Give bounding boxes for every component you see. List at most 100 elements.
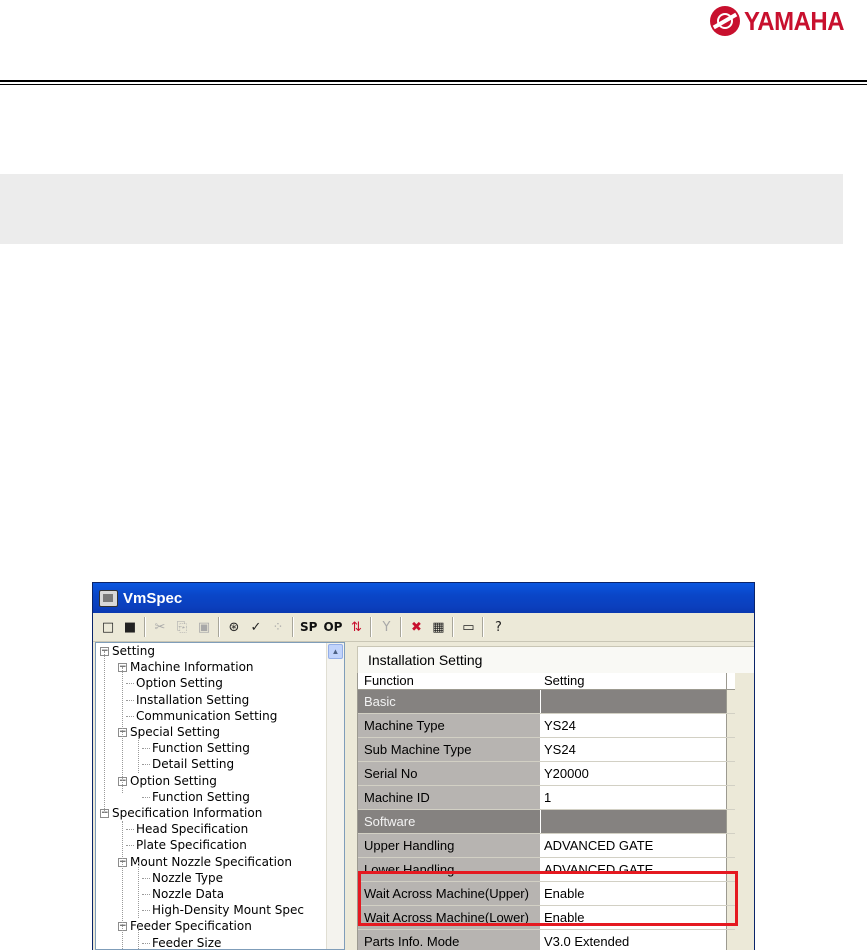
tree-node-label: Plate Specification xyxy=(136,838,247,853)
toolbar-separator xyxy=(482,617,485,637)
disconnect-icon[interactable]: ✖ xyxy=(405,616,427,638)
tree-node[interactable]: − Mount Nozzle Specification xyxy=(96,854,326,870)
tree-guide-line xyxy=(138,926,139,949)
tree-node-label: Feeder Specification xyxy=(130,919,252,934)
grey-band xyxy=(0,174,843,244)
yamaha-logo: YAMAHA xyxy=(710,3,860,39)
paste-icon[interactable]: ▣ xyxy=(193,616,215,638)
tree-connector xyxy=(126,683,134,685)
tree-node[interactable]: − Setting xyxy=(96,643,326,659)
tree-connector xyxy=(142,748,150,750)
grid-dots-icon[interactable]: ⁘ xyxy=(267,616,289,638)
tree-node[interactable]: Function Setting xyxy=(96,740,326,756)
tree-node-label: Communication Setting xyxy=(136,708,278,723)
tree-node[interactable]: − Special Setting xyxy=(96,724,326,740)
tree-guide-line xyxy=(122,667,123,793)
setting-cell[interactable]: V3.0 Extended xyxy=(541,930,727,950)
tree-node-label: Special Setting xyxy=(130,725,221,739)
check-tool-icon[interactable]: ✓ xyxy=(245,616,267,638)
toolbar-separator xyxy=(370,617,373,637)
tree-node[interactable]: Option Setting xyxy=(96,675,326,691)
window-title: VmSpec xyxy=(123,589,183,607)
save-icon[interactable]: ■ xyxy=(119,616,141,638)
tree-node[interactable]: Detail Setting xyxy=(96,756,326,772)
tree-node[interactable]: Feeder Size xyxy=(96,935,326,949)
tree-node[interactable]: Head Specification xyxy=(96,821,326,837)
new-file-icon[interactable]: □ xyxy=(97,616,119,638)
function-cell: Machine ID xyxy=(358,786,541,809)
tree-node-label: Detail Setting xyxy=(152,757,235,772)
setting-cell[interactable]: Y20000 xyxy=(541,762,727,785)
tree-content: − Setting − Machine Information Option Setti… xyxy=(96,643,326,949)
tree-connector xyxy=(126,845,134,847)
tree-node[interactable]: Installation Setting xyxy=(96,692,326,708)
tree-node-label: Option Setting xyxy=(130,773,217,788)
tree-node[interactable]: − Option Setting xyxy=(96,773,326,789)
tree-node[interactable]: Function Setting xyxy=(96,789,326,805)
tree-guide-line xyxy=(138,861,139,919)
tree-node[interactable]: − Machine Information xyxy=(96,659,326,675)
tree-node[interactable]: Nozzle Type xyxy=(96,870,326,886)
setting-row[interactable]: Machine ID 1 xyxy=(358,786,735,810)
transfer-icon[interactable]: ⇅ xyxy=(345,616,367,638)
header-function[interactable]: Function xyxy=(358,673,541,689)
setting-row[interactable]: Parts Info. Mode V3.0 Extended xyxy=(358,930,735,950)
logo-text: YAMAHA xyxy=(744,5,845,36)
tree-guide-line xyxy=(122,821,123,949)
pane-splitter[interactable] xyxy=(345,642,353,950)
scroll-up-icon[interactable]: ▲ xyxy=(328,644,343,659)
toolbar-separator xyxy=(292,617,294,637)
settings-tree: − Setting − Machine Information Option Setti… xyxy=(95,642,345,950)
drive-icon[interactable]: ▭ xyxy=(457,616,479,638)
tree-node[interactable]: Communication Setting xyxy=(96,708,326,724)
header-rule-thin xyxy=(0,84,867,85)
tree-node[interactable]: Plate Specification xyxy=(96,837,326,853)
toolbar-separator xyxy=(218,617,220,637)
tree-node[interactable]: − Feeder Specification xyxy=(96,918,326,934)
tree-connector xyxy=(126,699,134,701)
op-button[interactable]: OP xyxy=(320,616,345,638)
sp-button[interactable]: SP xyxy=(297,616,320,638)
setting-row[interactable]: Sub Machine Type YS24 xyxy=(358,738,735,762)
tuning-fork-logo-icon xyxy=(710,6,740,36)
header-setting[interactable]: Setting xyxy=(541,673,727,689)
copy-icon[interactable]: ⎘ xyxy=(171,616,193,638)
tree-node-label: High-Density Mount Spec xyxy=(152,903,304,918)
cut-icon[interactable]: ✂ xyxy=(149,616,171,638)
tree-node-label: Machine Information xyxy=(130,660,254,675)
title-bar[interactable]: VmSpec xyxy=(93,583,754,613)
tree-node-label: Mount Nozzle Specification xyxy=(130,854,292,869)
setting-row[interactable]: Machine Type YS24 xyxy=(358,714,735,738)
tree-scrollbar[interactable]: ▲ xyxy=(326,643,344,949)
function-cell: Upper Handling xyxy=(358,834,541,857)
highlight-box xyxy=(358,871,738,926)
toolbar: □ ■ ✂ ⎘ ▣ ⊛ ✓ ⁘ SP OP ⇅ Y ✖ ▦ ▭ ? xyxy=(93,613,754,642)
tree-node-label: Installation Setting xyxy=(136,692,250,707)
setting-cell[interactable] xyxy=(541,810,727,833)
function-cell: Software xyxy=(358,810,541,833)
tree-connector xyxy=(142,764,150,766)
section-row[interactable]: Basic xyxy=(358,690,735,714)
setting-cell[interactable]: YS24 xyxy=(541,738,727,761)
setting-row[interactable]: Upper Handling ADVANCED GATE xyxy=(358,834,735,858)
setting-cell[interactable]: YS24 xyxy=(541,714,727,737)
help-icon[interactable]: ? xyxy=(487,616,509,638)
chip-icon[interactable]: ▦ xyxy=(427,616,449,638)
filter-icon[interactable]: Y xyxy=(375,616,397,638)
tree-node[interactable]: − Specification Information xyxy=(96,805,326,821)
function-cell: Parts Info. Mode xyxy=(358,930,541,950)
section-row[interactable]: Software xyxy=(358,810,735,834)
tree-connector xyxy=(142,877,150,879)
tree-node[interactable]: High-Density Mount Spec xyxy=(96,902,326,918)
toolbar-separator xyxy=(144,617,146,637)
tree-guide-line xyxy=(138,732,139,773)
tree-connector xyxy=(142,796,150,798)
setting-cell[interactable]: 1 xyxy=(541,786,727,809)
gear-tool-icon[interactable]: ⊛ xyxy=(223,616,245,638)
setting-row[interactable]: Serial No Y20000 xyxy=(358,762,735,786)
tree-node-label: Nozzle Type xyxy=(152,870,224,885)
setting-cell[interactable]: ADVANCED GATE xyxy=(541,834,727,857)
tree-connector xyxy=(142,910,150,912)
tree-node[interactable]: Nozzle Data xyxy=(96,886,326,902)
setting-cell[interactable] xyxy=(541,690,727,713)
